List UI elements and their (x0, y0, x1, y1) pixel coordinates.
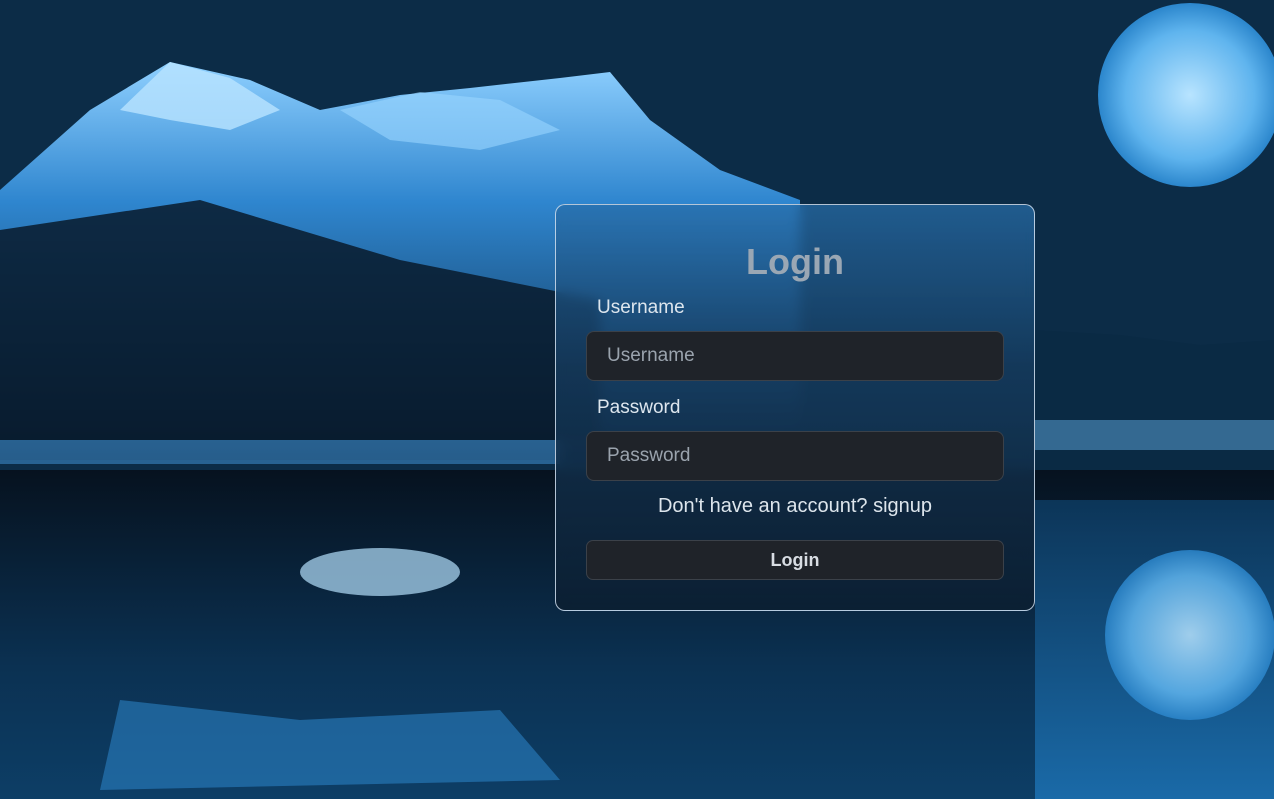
signup-prompt-text: Don't have an account? (657, 495, 868, 517)
login-card: Login Username Password Don't have an ac… (555, 204, 1035, 611)
signup-link[interactable]: signup (873, 495, 932, 517)
signup-prompt: Don't have an account? signup (556, 495, 1034, 518)
login-button[interactable]: Login (586, 540, 1004, 580)
password-label: Password (597, 397, 681, 418)
username-label: Username (597, 297, 685, 318)
username-input[interactable] (586, 331, 1004, 381)
login-title: Login (746, 241, 844, 282)
password-input[interactable] (586, 431, 1004, 481)
